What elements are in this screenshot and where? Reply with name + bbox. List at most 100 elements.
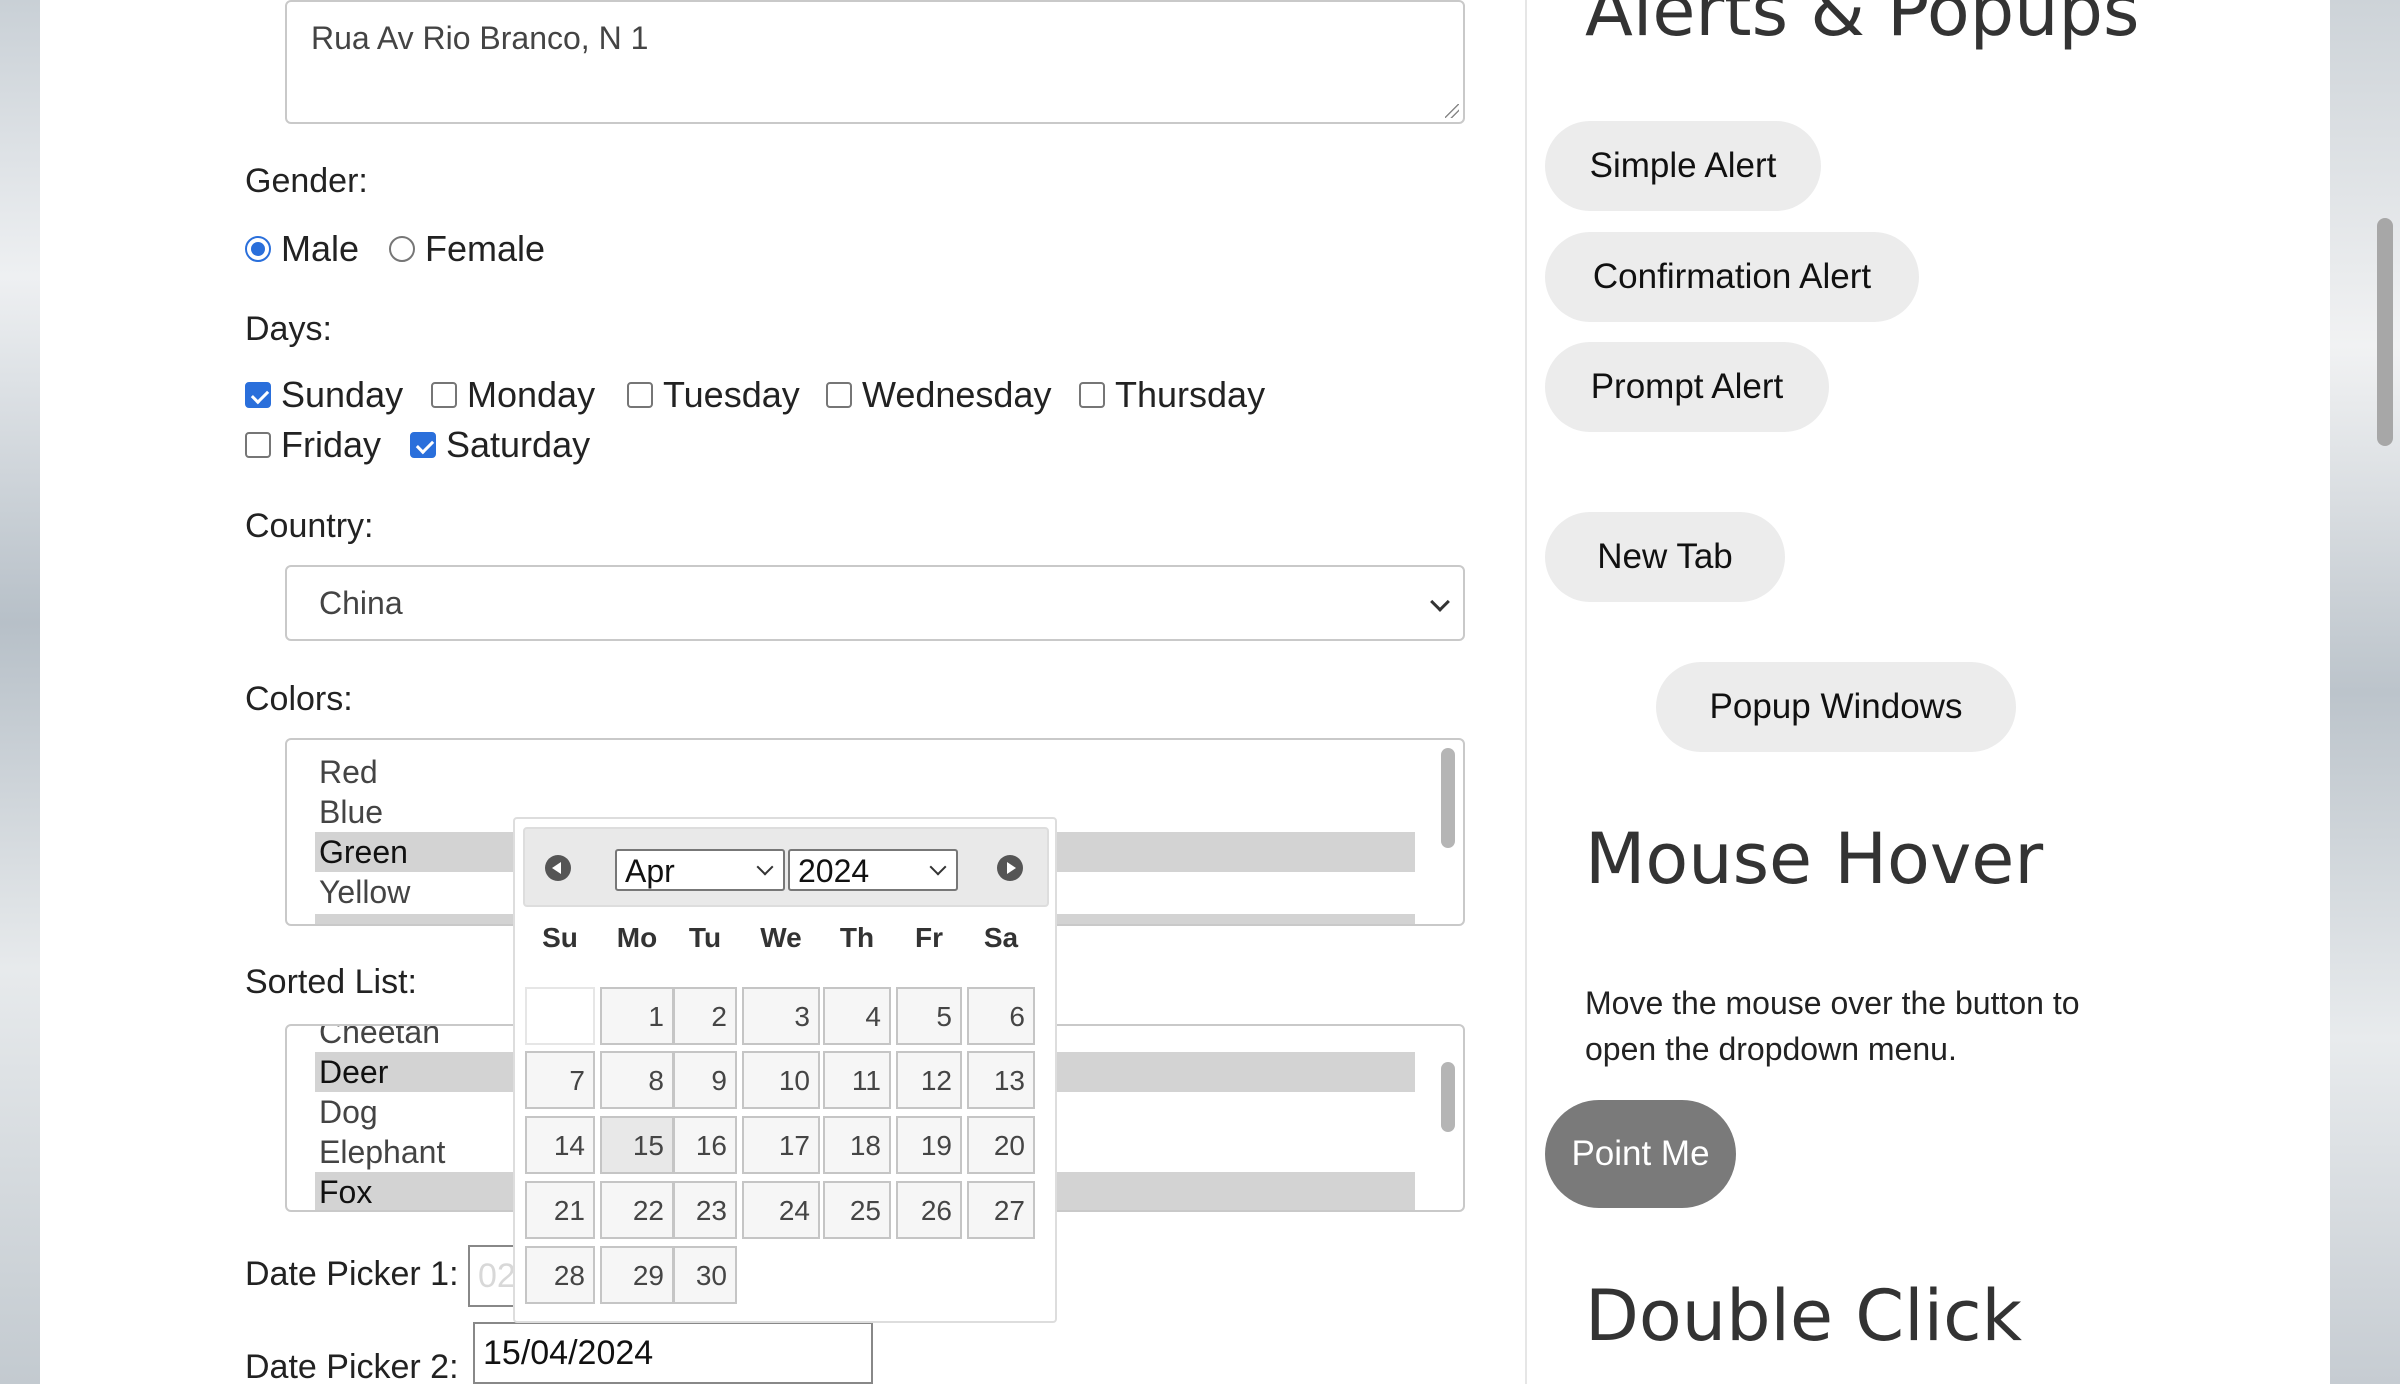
- calendar-day[interactable]: 25: [823, 1181, 891, 1239]
- sunday-checkbox[interactable]: [245, 382, 271, 408]
- monday-label: Monday: [467, 374, 596, 415]
- background-left: [0, 0, 40, 1384]
- weekday-header: Tu: [688, 922, 722, 953]
- saturday-checkbox[interactable]: [410, 432, 436, 458]
- mouse-hover-heading: Mouse Hover: [1585, 818, 2044, 900]
- calendar-day[interactable]: 8: [600, 1051, 674, 1109]
- weekday-header: Mo: [616, 922, 658, 953]
- calendar-day[interactable]: 17: [742, 1116, 820, 1174]
- calendar-day[interactable]: 6: [967, 987, 1035, 1045]
- colors-scrollbar[interactable]: [1441, 748, 1455, 848]
- prev-month-icon[interactable]: [545, 855, 571, 881]
- year-select[interactable]: 2024: [788, 849, 958, 891]
- gender-female-option[interactable]: Female: [389, 228, 545, 270]
- date-picker-1-label: Date Picker 1:: [245, 1255, 459, 1293]
- month-value: Apr: [625, 853, 675, 889]
- calendar-day[interactable]: 28: [525, 1246, 595, 1304]
- weekday-header: We: [760, 922, 802, 953]
- calendar-day[interactable]: 10: [742, 1051, 820, 1109]
- page-scrollbar-track[interactable]: [2372, 0, 2400, 1384]
- datepicker-popup: Apr 2024 Su Mo Tu We Th Fr Sa 1 2 3 4 5 6 7 8 9 10 11 12 13…: [513, 817, 1057, 1323]
- day-thursday[interactable]: Thursday: [1079, 374, 1265, 416]
- list-item[interactable]: Red: [315, 752, 1415, 792]
- monday-checkbox[interactable]: [431, 382, 457, 408]
- prompt-alert-button[interactable]: Prompt Alert: [1545, 342, 1829, 432]
- date-picker-2-label: Date Picker 2:: [245, 1348, 459, 1384]
- calendar-day[interactable]: 19: [896, 1116, 962, 1174]
- calendar-day[interactable]: 23: [673, 1181, 737, 1239]
- calendar-day[interactable]: 12: [896, 1051, 962, 1109]
- female-radio[interactable]: [389, 236, 415, 262]
- weekday-header: Fr: [915, 922, 943, 953]
- calendar-day[interactable]: 2: [673, 987, 737, 1045]
- calendar-day[interactable]: 22: [600, 1181, 674, 1239]
- popup-windows-button[interactable]: Popup Windows: [1656, 662, 2016, 752]
- weekday-header: Sa: [983, 922, 1019, 953]
- male-label: Male: [281, 228, 360, 269]
- chevron-down-icon: [1430, 592, 1450, 612]
- calendar-day[interactable]: 5: [896, 987, 962, 1045]
- wednesday-checkbox[interactable]: [826, 382, 852, 408]
- address-textarea[interactable]: Rua Av Rio Branco, N 1: [285, 0, 1465, 124]
- page-scrollbar-thumb[interactable]: [2377, 218, 2393, 446]
- male-radio[interactable]: [245, 236, 271, 262]
- friday-checkbox[interactable]: [245, 432, 271, 458]
- day-tuesday[interactable]: Tuesday: [627, 374, 800, 416]
- gender-male-option[interactable]: Male: [245, 228, 359, 270]
- address-text: Rua Av Rio Branco, N 1: [311, 20, 649, 56]
- calendar-day[interactable]: 20: [967, 1116, 1035, 1174]
- calendar-day[interactable]: 27: [967, 1181, 1035, 1239]
- calendar-day[interactable]: 9: [673, 1051, 737, 1109]
- datepicker-header: Apr 2024: [523, 827, 1049, 907]
- calendar-day[interactable]: 15: [600, 1116, 674, 1174]
- calendar-day[interactable]: 29: [600, 1246, 674, 1304]
- sunday-label: Sunday: [281, 374, 404, 415]
- simple-alert-button[interactable]: Simple Alert: [1545, 121, 1821, 211]
- day-friday[interactable]: Friday: [245, 424, 381, 466]
- calendar-day[interactable]: 21: [525, 1181, 595, 1239]
- country-value: China: [319, 585, 403, 621]
- thursday-label: Thursday: [1115, 374, 1266, 415]
- chevron-down-icon: [756, 858, 774, 876]
- weekday-header: Th: [839, 922, 875, 953]
- calendar-day[interactable]: 11: [823, 1051, 891, 1109]
- day-saturday[interactable]: Saturday: [410, 424, 590, 466]
- calendar-day[interactable]: 3: [742, 987, 820, 1045]
- sorted-scrollbar[interactable]: [1441, 1062, 1455, 1132]
- colors-label: Colors:: [245, 680, 353, 718]
- chevron-down-icon: [929, 858, 947, 876]
- tuesday-checkbox[interactable]: [627, 382, 653, 408]
- calendar-day[interactable]: 14: [525, 1116, 595, 1174]
- sorted-list-label: Sorted List:: [245, 963, 417, 1001]
- calendar-day[interactable]: 4: [823, 987, 891, 1045]
- gender-label: Gender:: [245, 162, 368, 200]
- day-wednesday[interactable]: Wednesday: [826, 374, 1051, 416]
- thursday-checkbox[interactable]: [1079, 382, 1105, 408]
- country-select[interactable]: China: [285, 565, 1465, 641]
- day-sunday[interactable]: Sunday: [245, 374, 403, 416]
- female-label: Female: [425, 228, 546, 269]
- page-content: Rua Av Rio Branco, N 1 Gender: Male Fema…: [40, 0, 2330, 1384]
- calendar-day[interactable]: 30: [673, 1246, 737, 1304]
- calendar-day[interactable]: 1: [600, 987, 674, 1045]
- calendar-day[interactable]: 18: [823, 1116, 891, 1174]
- saturday-label: Saturday: [446, 424, 591, 465]
- calendar-day[interactable]: 13: [967, 1051, 1035, 1109]
- month-select[interactable]: Apr: [615, 849, 785, 891]
- resize-grip-icon[interactable]: [1445, 104, 1459, 118]
- new-tab-button[interactable]: New Tab: [1545, 512, 1785, 602]
- wednesday-label: Wednesday: [862, 374, 1052, 415]
- confirmation-alert-button[interactable]: Confirmation Alert: [1545, 232, 1919, 322]
- calendar-day[interactable]: 26: [896, 1181, 962, 1239]
- day-monday[interactable]: Monday: [431, 374, 595, 416]
- date-picker-2-input[interactable]: 15/04/2024: [473, 1322, 873, 1384]
- empty-day-cell: [525, 987, 595, 1045]
- calendar-day[interactable]: 7: [525, 1051, 595, 1109]
- mouse-hover-description: Move the mouse over the button to open t…: [1585, 985, 2080, 1067]
- calendar-day[interactable]: 24: [742, 1181, 820, 1239]
- year-value: 2024: [798, 853, 870, 889]
- calendar-day[interactable]: 16: [673, 1116, 737, 1174]
- point-me-button[interactable]: Point Me: [1545, 1100, 1736, 1208]
- next-month-icon[interactable]: [997, 855, 1023, 881]
- days-label: Days:: [245, 310, 332, 348]
